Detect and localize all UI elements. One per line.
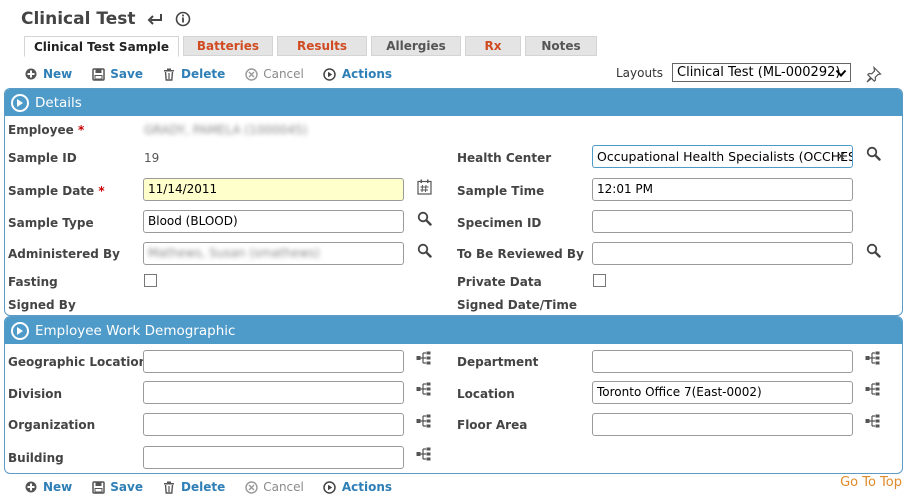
top-toolbar: New Save Delete Cancel Actions <box>24 66 411 82</box>
employee-value: GRADY, PAMELA (1000045) <box>144 123 308 137</box>
geographic-location-label: Geographic Location <box>8 355 148 369</box>
specimen-id-label: Specimen ID <box>457 216 542 230</box>
tab-bar: Clinical Test Sample Batteries Results A… <box>24 36 601 57</box>
health-center-input[interactable]: Occupational Health Specialists (OCCHESP… <box>592 145 853 168</box>
play-circle-icon <box>323 67 337 81</box>
signed-datetime-label: Signed Date/Time <box>457 298 578 312</box>
bottom-toolbar: New Save Delete Cancel Actions <box>24 479 411 495</box>
sample-time-label: Sample Time <box>457 184 545 198</box>
x-circle-icon <box>244 480 258 494</box>
hierarchy-tree-icon[interactable] <box>416 446 432 462</box>
demographic-title: Employee Work Demographic <box>35 322 236 339</box>
details-panel: Details <box>4 88 903 316</box>
employee-label: Employee * <box>8 123 85 137</box>
expand-circle-icon <box>11 93 29 112</box>
division-label: Division <box>8 387 63 401</box>
plus-circle-icon <box>24 67 38 81</box>
to-be-reviewed-by-input[interactable] <box>592 242 853 265</box>
delete-button[interactable]: Delete <box>162 67 225 81</box>
private-data-label: Private Data <box>457 275 542 289</box>
administered-by-label: Administered By <box>8 247 120 261</box>
division-input[interactable] <box>143 381 404 404</box>
pin-icon[interactable] <box>865 65 882 83</box>
save-button[interactable]: Save <box>91 480 143 494</box>
hierarchy-tree-icon[interactable] <box>416 381 432 397</box>
building-label: Building <box>8 451 64 465</box>
floor-area-input[interactable] <box>592 413 853 436</box>
sample-id-value: 19 <box>144 151 160 165</box>
private-data-checkbox[interactable] <box>593 274 606 287</box>
hierarchy-tree-icon[interactable] <box>416 350 432 366</box>
hierarchy-tree-icon[interactable] <box>865 381 881 397</box>
tab-allergies[interactable]: Allergies <box>371 36 461 56</box>
layouts-selected-value: Clinical Test (ML-000292) <box>677 65 841 80</box>
cancel-button[interactable]: Cancel <box>244 67 304 81</box>
floor-area-label: Floor Area <box>457 418 528 432</box>
floppy-disk-icon <box>91 480 105 494</box>
trash-can-icon <box>162 67 176 81</box>
cancel-button[interactable]: Cancel <box>244 480 304 494</box>
expand-circle-icon <box>11 321 29 340</box>
sample-type-label: Sample Type <box>8 216 94 230</box>
organization-input[interactable] <box>143 413 404 436</box>
details-panel-header[interactable]: Details <box>5 89 902 116</box>
geographic-location-input[interactable] <box>143 350 404 373</box>
demographic-panel-header[interactable]: Employee Work Demographic <box>5 317 902 344</box>
hierarchy-tree-icon[interactable] <box>865 413 881 429</box>
administered-by-input[interactable]: Mathews, Susan (smathews) <box>143 242 404 265</box>
specimen-id-input[interactable] <box>592 210 853 233</box>
tab-notes[interactable]: Notes <box>525 36 597 56</box>
location-input[interactable]: Toronto Office 7(East-0002) <box>592 381 853 404</box>
play-circle-icon <box>323 480 337 494</box>
health-center-label: Health Center <box>457 151 552 165</box>
actions-button[interactable]: Actions <box>323 480 392 494</box>
trash-can-icon <box>162 480 176 494</box>
chevron-down-icon <box>834 66 848 80</box>
hierarchy-tree-icon[interactable] <box>865 350 881 366</box>
return-arrow-icon[interactable] <box>147 11 163 27</box>
organization-label: Organization <box>8 418 96 432</box>
floppy-disk-icon <box>91 67 105 81</box>
plus-circle-icon <box>24 480 38 494</box>
department-label: Department <box>457 355 539 369</box>
location-label: Location <box>457 387 515 401</box>
actions-button[interactable]: Actions <box>323 67 392 81</box>
tab-batteries[interactable]: Batteries <box>183 36 273 56</box>
fasting-label: Fasting <box>8 275 58 289</box>
signed-by-label: Signed By <box>8 298 76 312</box>
new-button[interactable]: New <box>24 67 72 81</box>
sample-date-input[interactable]: 11/14/2011 <box>143 178 404 201</box>
sample-type-input[interactable]: Blood (BLOOD) <box>143 210 404 233</box>
details-title: Details <box>35 94 82 111</box>
to-be-reviewed-by-label: To Be Reviewed By <box>457 247 584 261</box>
calendar-icon[interactable] <box>416 179 432 195</box>
title-row: Clinical Test <box>21 8 191 30</box>
tab-rx[interactable]: Rx <box>465 36 521 56</box>
magnifier-icon[interactable] <box>865 242 881 258</box>
magnifier-icon[interactable] <box>416 242 432 258</box>
fasting-checkbox[interactable] <box>144 274 157 287</box>
tab-results[interactable]: Results <box>277 36 367 56</box>
tab-clinical-test-sample[interactable]: Clinical Test Sample <box>24 36 179 57</box>
sample-id-label: Sample ID <box>8 151 77 165</box>
delete-button[interactable]: Delete <box>162 480 225 494</box>
building-input[interactable] <box>143 446 404 469</box>
magnifier-icon[interactable] <box>416 210 432 226</box>
layouts-label: Layouts <box>616 66 664 80</box>
save-button[interactable]: Save <box>91 67 143 81</box>
info-circle-icon[interactable] <box>175 11 191 27</box>
magnifier-icon[interactable] <box>865 145 881 161</box>
hierarchy-tree-icon[interactable] <box>416 413 432 429</box>
x-circle-icon <box>244 67 258 81</box>
new-button[interactable]: New <box>24 480 72 494</box>
sample-date-label: Sample Date * <box>8 184 105 198</box>
page-title: Clinical Test <box>21 9 136 29</box>
department-input[interactable] <box>592 350 853 373</box>
sample-time-input[interactable]: 12:01 PM <box>592 178 853 201</box>
layouts-select[interactable]: Clinical Test (ML-000292) <box>672 63 851 82</box>
clear-icon[interactable]: × <box>836 149 846 163</box>
go-to-top-link[interactable]: Go To Top <box>840 475 902 490</box>
